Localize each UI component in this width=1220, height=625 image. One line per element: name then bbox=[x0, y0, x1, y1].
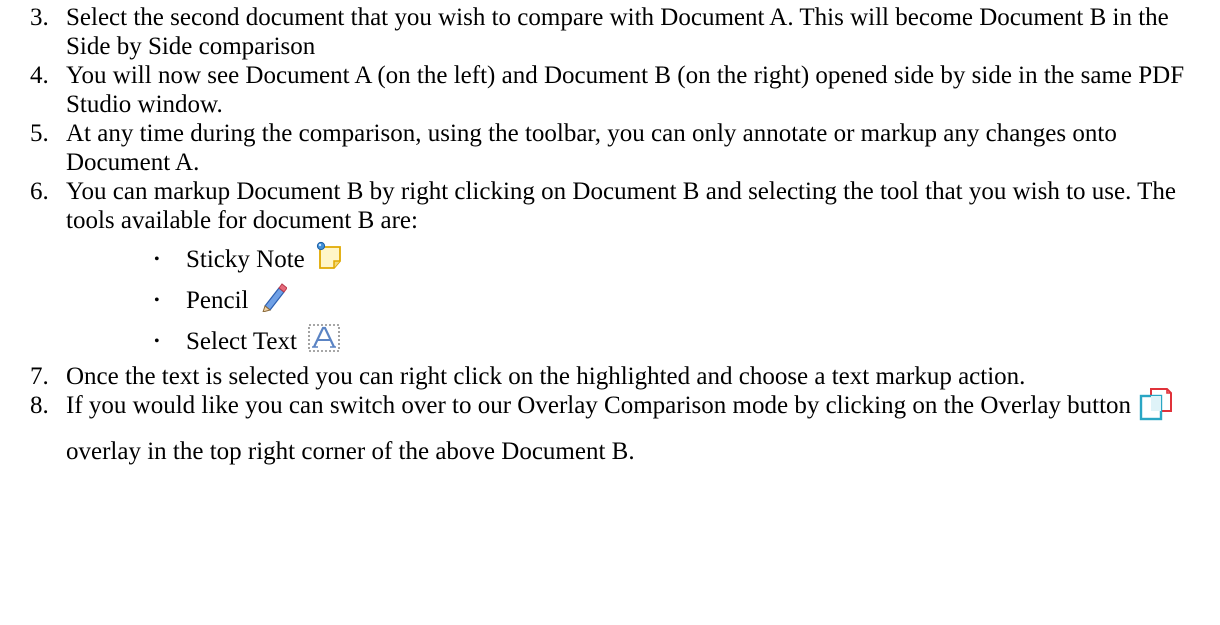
step-text-before-icon: If you would like you can switch over to… bbox=[66, 392, 1132, 419]
tool-label: Sticky Note bbox=[186, 246, 305, 273]
step-item: 5. At any time during the comparison, us… bbox=[0, 119, 1220, 177]
tools-list: • Sticky Note • Pencil • Select Text bbox=[66, 239, 1220, 362]
step-text-after-icon: overlay in the top right corner of the a… bbox=[66, 438, 635, 465]
tool-item-pencil: • Pencil bbox=[66, 280, 1220, 321]
step-text: You can markup Document B by right click… bbox=[66, 178, 1177, 234]
step-text: Select the second document that you wish… bbox=[66, 4, 1169, 60]
step-number: 8. bbox=[30, 392, 49, 419]
pencil-icon bbox=[259, 282, 288, 325]
step-item: 6. You can markup Document B by right cl… bbox=[0, 177, 1220, 362]
step-text: If you would like you can switch over to… bbox=[66, 387, 1196, 471]
step-number: 5. bbox=[30, 120, 49, 147]
step-number: 6. bbox=[30, 178, 49, 205]
step-item: 3. Select the second document that you w… bbox=[0, 3, 1220, 61]
tool-label: Select Text bbox=[186, 328, 297, 355]
tool-item-sticky-note: • Sticky Note bbox=[66, 239, 1220, 280]
tool-item-select-text: • Select Text bbox=[66, 321, 1220, 362]
sticky-note-icon bbox=[315, 241, 343, 284]
bullet: • bbox=[154, 251, 160, 268]
select-text-icon bbox=[307, 323, 341, 366]
overlay-icon bbox=[1139, 387, 1173, 433]
bullet: • bbox=[154, 292, 160, 309]
step-number: 4. bbox=[30, 62, 49, 89]
step-text: At any time during the comparison, using… bbox=[66, 120, 1117, 176]
step-item: 4. You will now see Document A (on the l… bbox=[0, 61, 1220, 119]
tool-label: Pencil bbox=[186, 287, 249, 314]
step-text: You will now see Document A (on the left… bbox=[66, 62, 1185, 118]
steps-list: 3. Select the second document that you w… bbox=[0, 3, 1220, 471]
document-page: 3. Select the second document that you w… bbox=[0, 0, 1220, 625]
bullet: • bbox=[154, 333, 160, 350]
step-item: 8. If you would like you can switch over… bbox=[0, 387, 1220, 471]
step-number: 3. bbox=[30, 4, 49, 31]
